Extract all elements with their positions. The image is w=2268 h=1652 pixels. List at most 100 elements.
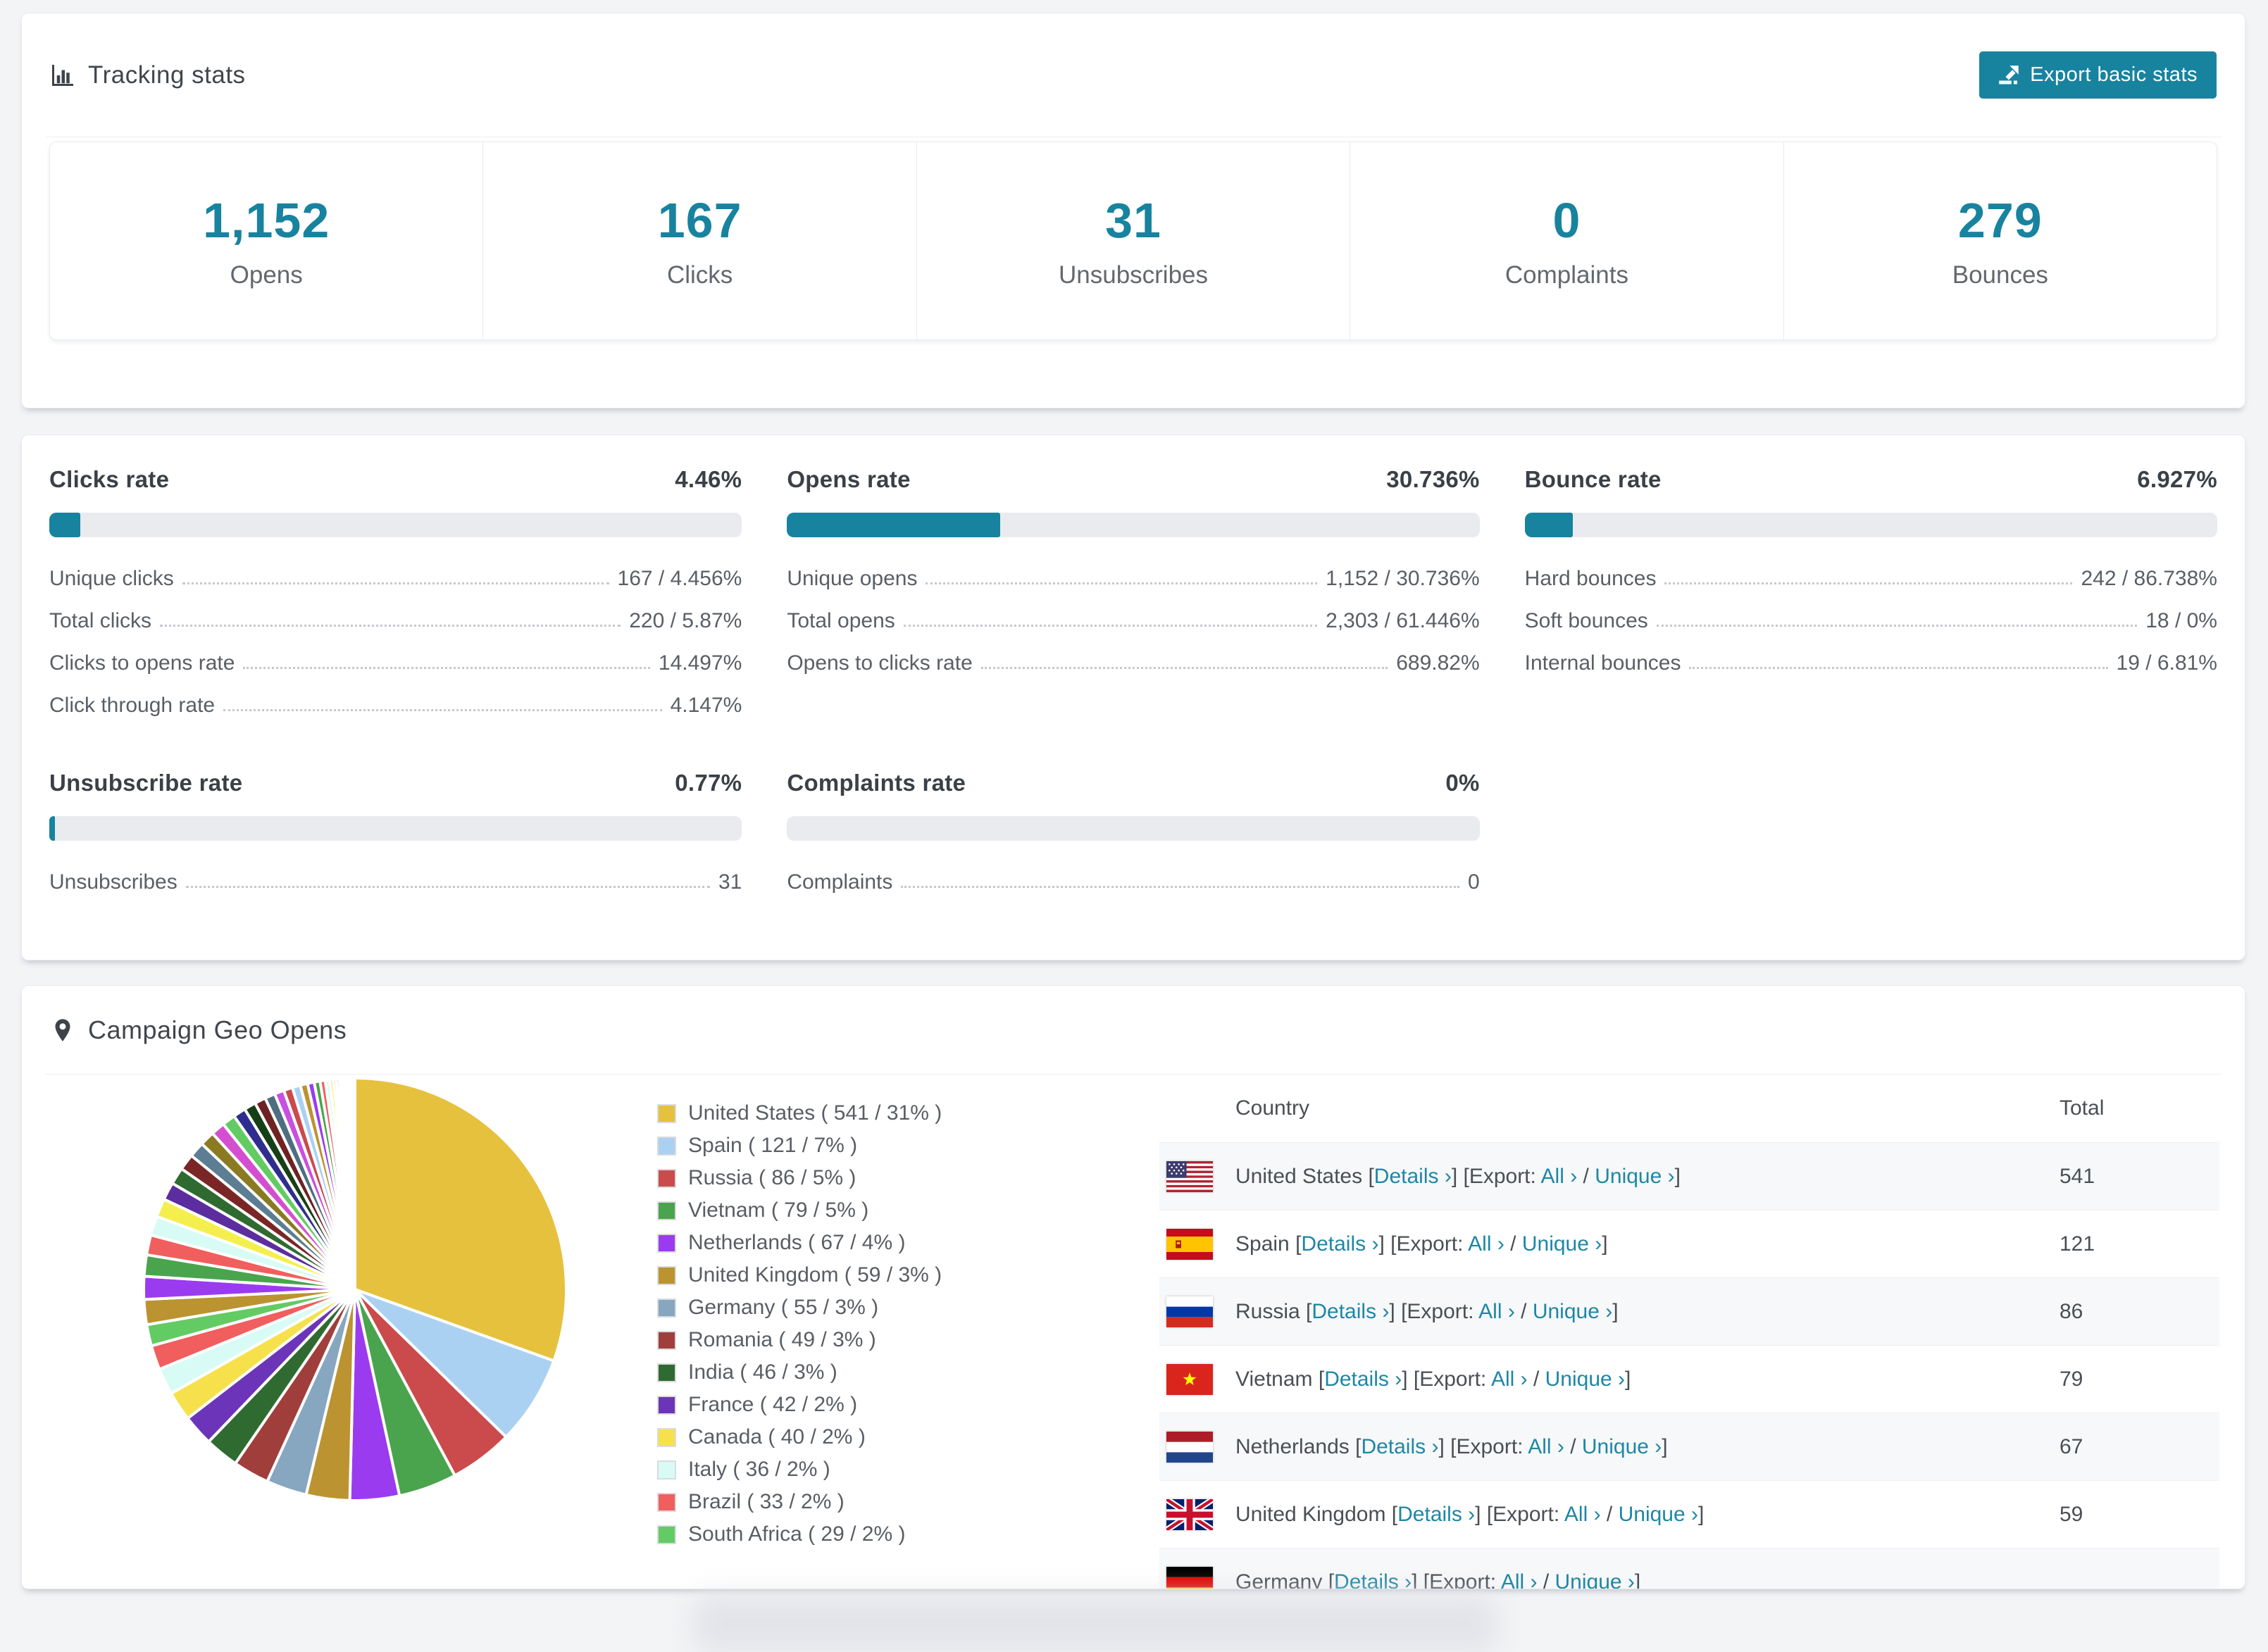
legend-item-russia[interactable]: Russia ( 86 / 5% ): [657, 1166, 942, 1190]
geo-pie-chart[interactable]: [137, 1071, 573, 1508]
detail-value: 689.82%: [1396, 651, 1480, 675]
legend-label: Romania ( 49 / 3% ): [688, 1328, 876, 1351]
export-icon: [1999, 65, 2019, 84]
page-title: Tracking stats: [88, 61, 246, 89]
pie-slice-other-42[interactable]: [352, 1076, 356, 1291]
rate-value: 30.736%: [1386, 466, 1480, 492]
export-unique-link[interactable]: Unique ›: [1533, 1300, 1612, 1323]
legend-item-france[interactable]: France ( 42 / 2% ): [657, 1393, 942, 1417]
export-unique-link[interactable]: Unique ›: [1555, 1570, 1635, 1589]
bounce-rate-panel: Bounce rate 6.927% Hard bounces 242 / 86.73…: [1524, 466, 2217, 736]
export-button-label: Export basic stats: [2030, 63, 2198, 86]
stat-value: 167: [657, 193, 742, 248]
export-unique-link[interactable]: Unique ›: [1522, 1232, 1602, 1256]
export-basic-stats-button[interactable]: Export basic stats: [1979, 51, 2217, 99]
export-all-link[interactable]: All ›: [1491, 1368, 1528, 1391]
details-link[interactable]: Details ›: [1301, 1232, 1378, 1256]
export-unique-link[interactable]: Unique ›: [1619, 1503, 1698, 1526]
stat-label: Clicks: [666, 261, 733, 289]
legend-item-vietnam[interactable]: Vietnam ( 79 / 5% ): [657, 1199, 942, 1222]
gb-flag-icon: [1166, 1498, 1213, 1530]
detail-row-complaints: Complaints 0: [787, 870, 1479, 894]
progress-track: [49, 513, 742, 537]
legend-label: Brazil ( 33 / 2% ): [688, 1490, 845, 1513]
legend-label: Netherlands ( 67 / 4% ): [688, 1231, 906, 1254]
detail-value: 18 / 0%: [2145, 609, 2217, 632]
export-all-link[interactable]: All ›: [1478, 1300, 1515, 1323]
legend-swatch: [657, 1427, 676, 1447]
details-link[interactable]: Details ›: [1334, 1570, 1412, 1589]
export-all-link[interactable]: All ›: [1468, 1232, 1504, 1256]
export-all-link[interactable]: All ›: [1564, 1503, 1601, 1526]
legend-item-canada[interactable]: Canada ( 40 / 2% ): [657, 1425, 942, 1449]
summary-stats-row: 1,152 Opens 167 Clicks 31 Unsubscribes 0 Compla…: [49, 142, 2217, 340]
legend-item-india[interactable]: India ( 46 / 3% ): [657, 1360, 942, 1384]
unsubscribe-rate-panel: Unsubscribe rate 0.77% Unsubscribes 31: [49, 770, 742, 913]
export-unique-link[interactable]: Unique ›: [1582, 1435, 1662, 1458]
country-name: Germany: [1235, 1570, 1323, 1589]
map-marker-icon: [55, 1018, 70, 1041]
legend-item-brazil[interactable]: Brazil ( 33 / 2% ): [657, 1490, 942, 1514]
geo-table-header: Country Total: [1159, 1075, 2219, 1142]
legend-item-united-kingdom[interactable]: United Kingdom ( 59 / 3% ): [657, 1263, 942, 1287]
geo-header: Campaign Geo Opens: [22, 986, 2245, 1074]
legend-label: Italy ( 36 / 2% ): [688, 1458, 830, 1481]
details-link[interactable]: Details ›: [1361, 1435, 1438, 1458]
stat-label: Bounces: [1952, 261, 2048, 289]
stat-cell-opens: 1,152 Opens: [50, 142, 484, 339]
detail-value: 31: [718, 870, 742, 894]
rate-value: 0.77%: [675, 770, 742, 796]
export-unique-link[interactable]: Unique ›: [1595, 1165, 1674, 1188]
rate-value: 6.927%: [2137, 466, 2217, 492]
export-unique-link[interactable]: Unique ›: [1545, 1368, 1625, 1391]
legend-item-romania[interactable]: Romania ( 49 / 3% ): [657, 1328, 942, 1352]
rate-title: Unsubscribe rate: [49, 770, 243, 796]
dotted-leader: [1689, 667, 2108, 669]
legend-item-italy[interactable]: Italy ( 36 / 2% ): [657, 1458, 942, 1482]
table-row-germany: Germany [Details ›] [Export: All › / Uni…: [1159, 1548, 2219, 1589]
details-link[interactable]: Details ›: [1397, 1503, 1475, 1526]
detail-value: 14.497%: [658, 651, 742, 675]
export-all-link[interactable]: All ›: [1528, 1435, 1564, 1458]
bottom-shadow-band: [694, 1596, 1497, 1652]
total-cell: 67: [2060, 1434, 2083, 1458]
rate-title: Complaints rate: [787, 770, 966, 796]
legend-swatch: [657, 1363, 676, 1382]
detail-value: 167 / 4.456%: [617, 567, 742, 590]
dotted-leader: [980, 667, 1388, 669]
legend-label: United Kingdom ( 59 / 3% ): [688, 1263, 942, 1287]
detail-label: Internal bounces: [1524, 651, 1681, 675]
stat-value: 279: [1957, 193, 2043, 248]
dotted-leader: [243, 667, 650, 669]
detail-row-total-clicks: Total clicks 220 / 5.87%: [49, 609, 742, 633]
stat-value: 31: [1105, 193, 1161, 248]
export-all-link[interactable]: All ›: [1501, 1570, 1538, 1589]
legend-item-spain[interactable]: Spain ( 121 / 7% ): [657, 1134, 942, 1158]
detail-row-opens-to-clicks-rate: Opens to clicks rate 689.82%: [787, 651, 1479, 675]
table-row-spain: Spain [Details ›] [Export: All › / Uniqu…: [1159, 1210, 2219, 1277]
progress-fill: [787, 513, 1000, 537]
details-link[interactable]: Details ›: [1324, 1368, 1402, 1391]
vn-flag-icon: [1166, 1363, 1213, 1395]
column-header-total: Total: [2060, 1096, 2105, 1120]
table-row-vietnam: Vietnam [Details ›] [Export: All › / Uni…: [1159, 1345, 2219, 1413]
legend-item-germany[interactable]: Germany ( 55 / 3% ): [657, 1296, 942, 1320]
details-link[interactable]: Details ›: [1311, 1300, 1389, 1323]
table-row-united-kingdom: United Kingdom [Details ›] [Export: All …: [1159, 1480, 2219, 1548]
legend-label: Russia ( 86 / 5% ): [688, 1166, 856, 1189]
legend-label: Canada ( 40 / 2% ): [688, 1425, 866, 1448]
detail-value: 2,303 / 61.446%: [1326, 609, 1480, 632]
legend-item-united-states[interactable]: United States ( 541 / 31% ): [657, 1101, 942, 1125]
export-all-link[interactable]: All ›: [1541, 1165, 1578, 1188]
detail-label: Complaints: [787, 870, 893, 894]
legend-swatch: [657, 1395, 676, 1415]
detail-value: 220 / 5.87%: [629, 609, 742, 632]
country-cell: United Kingdom [Details ›] [Export: All …: [1235, 1502, 1705, 1526]
details-link[interactable]: Details ›: [1374, 1165, 1452, 1188]
detail-row-hard-bounces: Hard bounces 242 / 86.738%: [1525, 567, 2217, 591]
legend-item-south-africa[interactable]: South Africa ( 29 / 2% ): [657, 1522, 942, 1546]
legend-item-netherlands[interactable]: Netherlands ( 67 / 4% ): [657, 1231, 942, 1255]
country-name: Netherlands: [1235, 1434, 1350, 1458]
legend-swatch: [657, 1136, 676, 1156]
detail-label: Clicks to opens rate: [49, 651, 235, 675]
